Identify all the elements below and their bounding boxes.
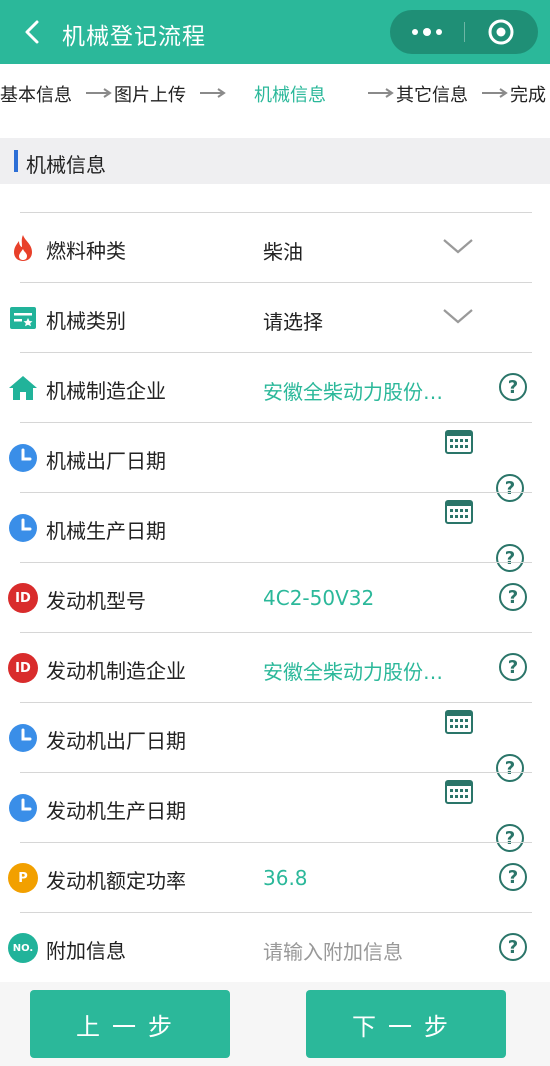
- clock-icon: [9, 444, 37, 472]
- arrow-right-icon: [482, 88, 508, 98]
- more-dots-icon: [412, 28, 442, 36]
- category-icon: [10, 307, 36, 329]
- fire-icon: [14, 235, 32, 261]
- calendar-icon[interactable]: [445, 778, 473, 804]
- machine-manufacturer-row[interactable]: 机械制造企业 安徽全柴动力股份… ?: [0, 352, 550, 422]
- engine-production-date-label: 发动机生产日期: [46, 799, 186, 823]
- help-icon[interactable]: ?: [499, 863, 527, 891]
- machine-manufacturer-value: 安徽全柴动力股份…: [263, 380, 443, 404]
- additional-info-row[interactable]: NO. 附加信息 请输入附加信息 ?: [0, 912, 550, 982]
- calendar-icon[interactable]: [445, 428, 473, 454]
- engine-manufacturer-value: 安徽全柴动力股份…: [263, 660, 443, 684]
- machine-production-date-row[interactable]: 机械生产日期 ?: [0, 492, 550, 572]
- home-icon: [9, 376, 37, 400]
- back-button[interactable]: [14, 14, 50, 50]
- id-icon: ID: [8, 583, 38, 613]
- bottom-action-bar: 上一步 下一步: [0, 982, 550, 1066]
- arrow-right-icon: [368, 88, 394, 98]
- chevron-down-icon[interactable]: [442, 237, 474, 255]
- help-icon[interactable]: ?: [499, 373, 527, 401]
- calendar-icon[interactable]: [445, 498, 473, 524]
- step-basic-info: 基本信息: [0, 85, 72, 106]
- engine-factory-date-row[interactable]: 发动机出厂日期 ?: [0, 702, 550, 782]
- no-icon: NO.: [8, 933, 38, 963]
- engine-manufacturer-label: 发动机制造企业: [46, 659, 186, 683]
- section-accent: [14, 150, 18, 172]
- section-header: 机械信息: [0, 138, 550, 184]
- engine-manufacturer-row[interactable]: ID 发动机制造企业 安徽全柴动力股份… ?: [0, 632, 550, 702]
- chevron-down-icon[interactable]: [442, 307, 474, 325]
- engine-model-value: 4C2-50V32: [263, 586, 375, 610]
- clock-icon: [9, 794, 37, 822]
- step-machine-info: 机械信息: [254, 85, 326, 106]
- machine-category-label: 机械类别: [46, 309, 126, 333]
- additional-info-label: 附加信息: [46, 939, 126, 963]
- step-indicator: 基本信息 图片上传 机械信息 其它信息 完成: [0, 64, 550, 128]
- close-mini-program-button[interactable]: [464, 10, 538, 54]
- step-other-info: 其它信息: [396, 85, 468, 106]
- machine-category-value: 请选择: [263, 310, 323, 334]
- section-title: 机械信息: [26, 153, 106, 177]
- step-image-upload: 图片上传: [114, 85, 186, 106]
- fuel-type-value: 柴油: [263, 240, 303, 264]
- engine-production-date-row[interactable]: 发动机生产日期 ?: [0, 772, 550, 852]
- engine-factory-date-label: 发动机出厂日期: [46, 729, 186, 753]
- engine-model-label: 发动机型号: [46, 589, 146, 613]
- machine-production-date-label: 机械生产日期: [46, 519, 166, 543]
- arrow-right-icon: [200, 88, 226, 98]
- calendar-icon[interactable]: [445, 708, 473, 734]
- machine-manufacturer-label: 机械制造企业: [46, 379, 166, 403]
- machine-factory-date-row[interactable]: 机械出厂日期 ?: [0, 422, 550, 502]
- help-icon[interactable]: ?: [499, 653, 527, 681]
- additional-info-input[interactable]: 请输入附加信息: [263, 936, 403, 965]
- clock-icon: [9, 514, 37, 542]
- p-icon: P: [8, 863, 38, 893]
- prev-step-button[interactable]: 上一步: [30, 990, 230, 1058]
- fuel-type-label: 燃料种类: [46, 239, 126, 263]
- arrow-right-icon: [86, 88, 112, 98]
- engine-rated-power-label: 发动机额定功率: [46, 869, 186, 893]
- clock-icon: [9, 724, 37, 752]
- chevron-left-icon: [25, 20, 39, 44]
- target-icon: [488, 19, 514, 45]
- machine-factory-date-label: 机械出厂日期: [46, 449, 166, 473]
- more-button[interactable]: [390, 10, 464, 54]
- nav-bar: 机械登记流程: [0, 0, 550, 64]
- engine-rated-power-value: 36.8: [263, 866, 308, 890]
- next-step-button[interactable]: 下一步: [306, 990, 506, 1058]
- fuel-type-row[interactable]: 燃料种类 柴油: [0, 212, 550, 282]
- page-title: 机械登记流程: [62, 24, 206, 50]
- engine-rated-power-row[interactable]: P 发动机额定功率 36.8 ?: [0, 842, 550, 912]
- id-icon: ID: [8, 653, 38, 683]
- help-icon[interactable]: ?: [499, 933, 527, 961]
- mini-program-capsule: [390, 10, 538, 54]
- help-icon[interactable]: ?: [499, 583, 527, 611]
- machine-category-row[interactable]: 机械类别 请选择: [0, 282, 550, 352]
- step-complete: 完成: [510, 85, 546, 106]
- engine-model-row[interactable]: ID 发动机型号 4C2-50V32 ?: [0, 562, 550, 632]
